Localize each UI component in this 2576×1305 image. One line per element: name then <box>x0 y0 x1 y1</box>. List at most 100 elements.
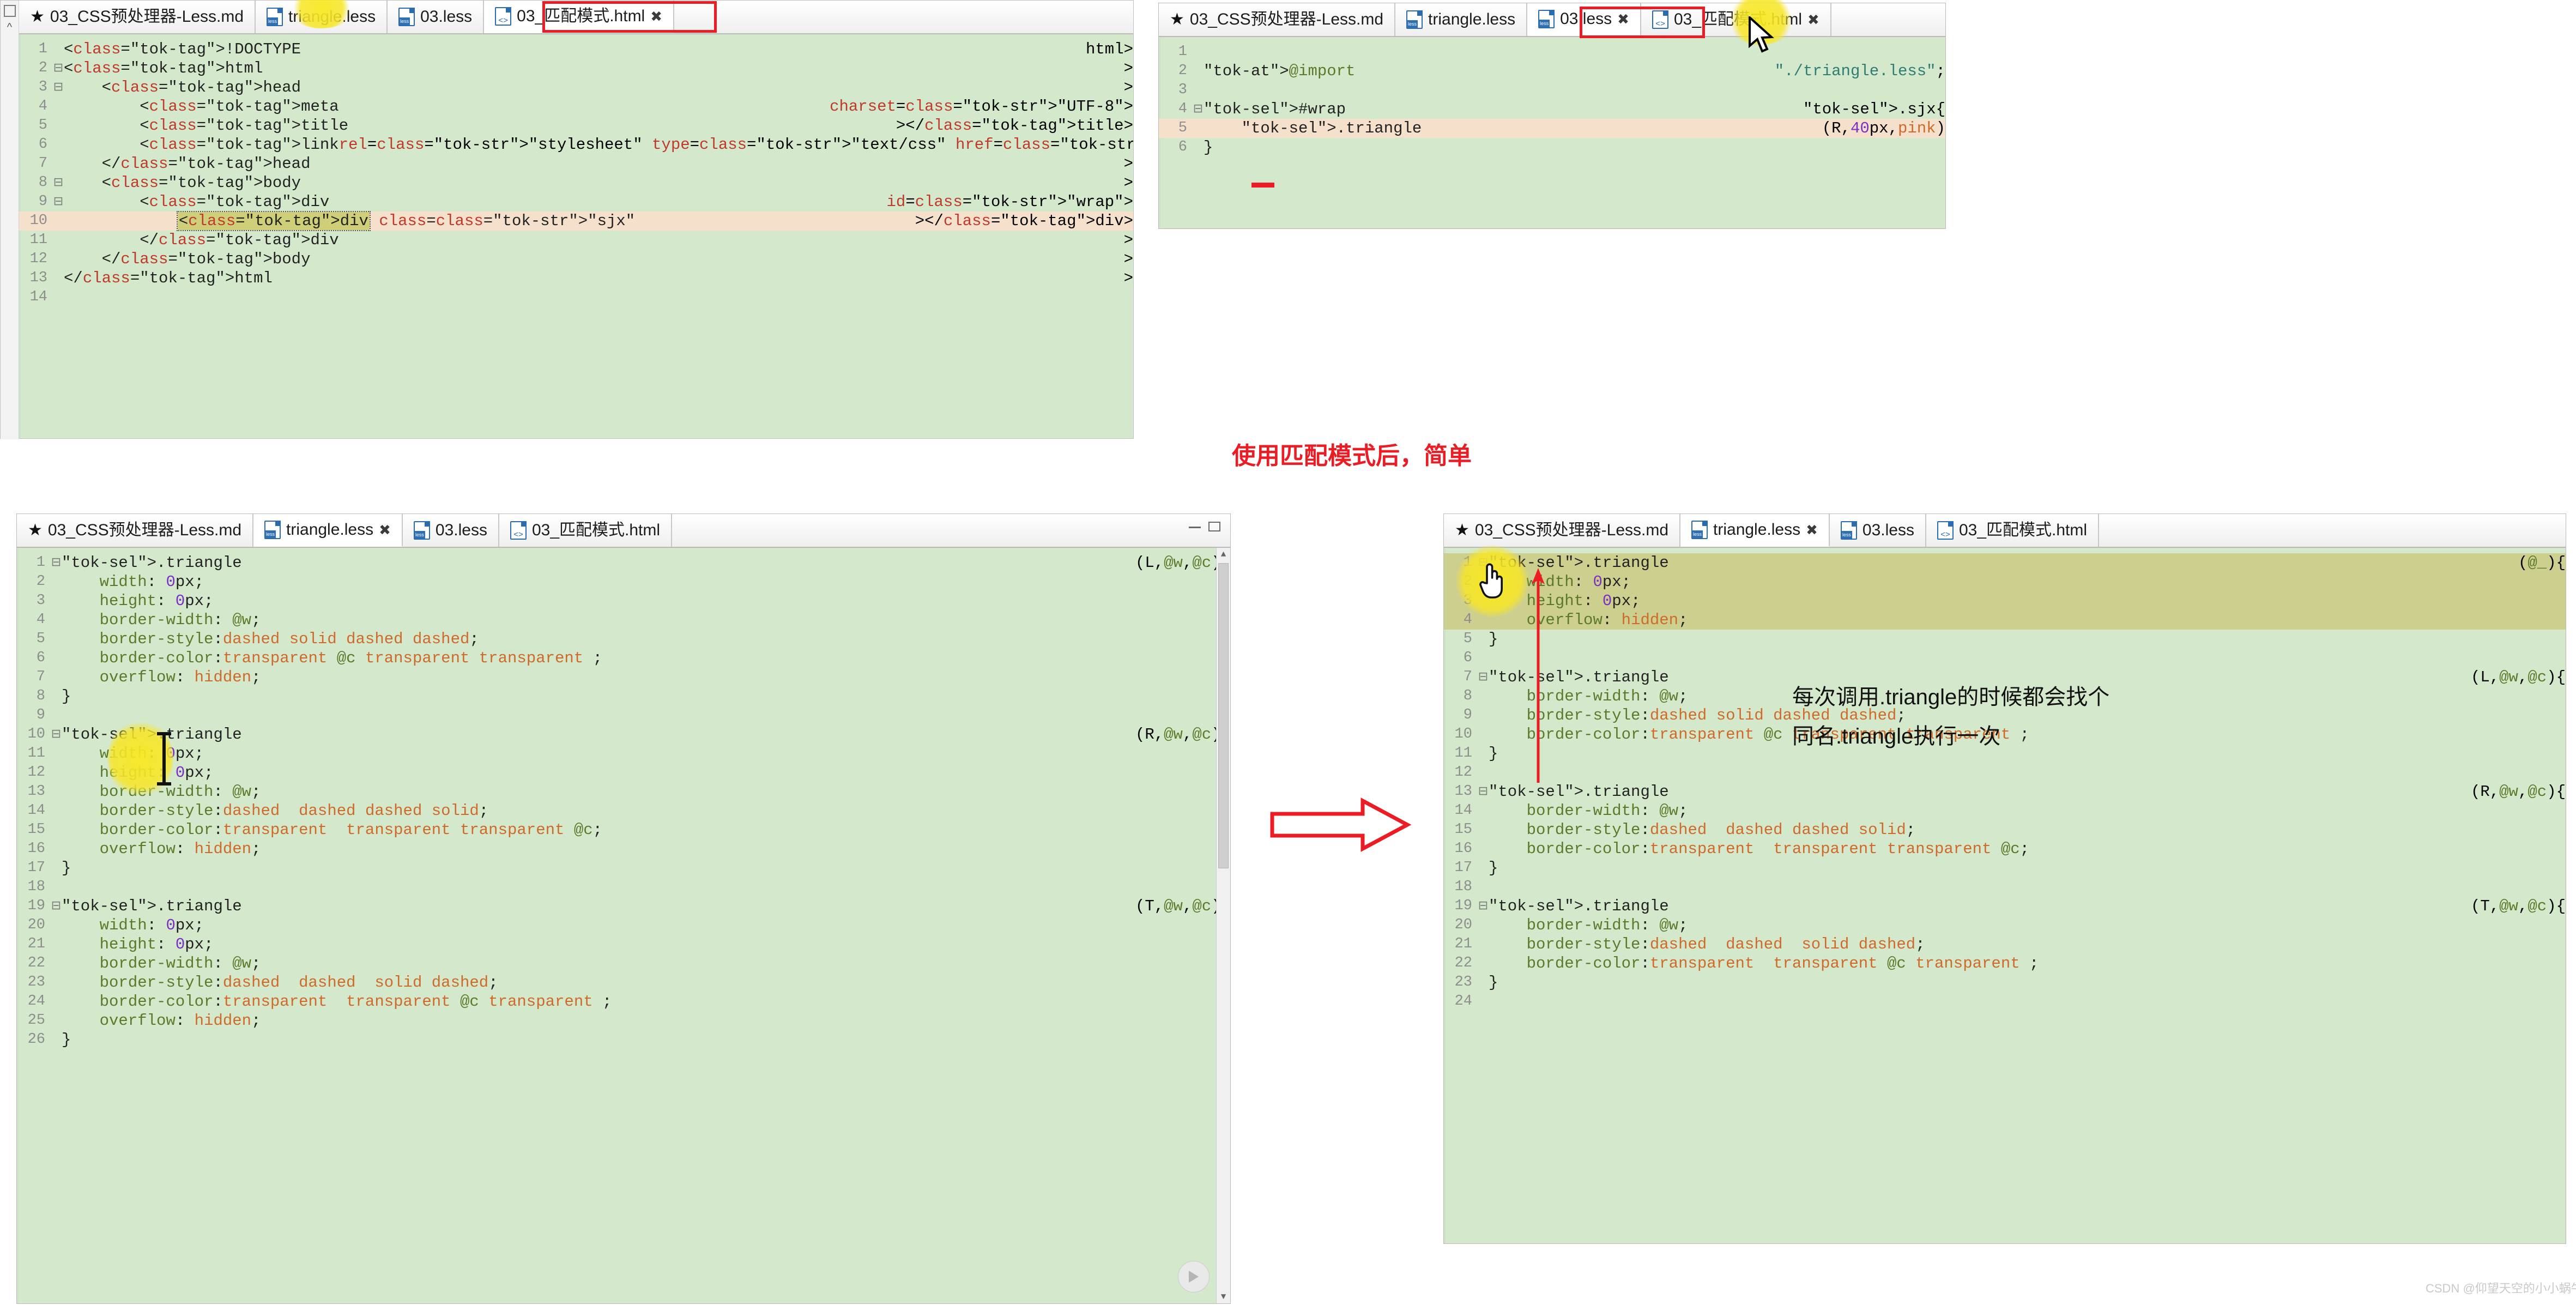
code-line[interactable]: 2 width: 0px; <box>1444 572 2566 591</box>
code-line[interactable]: 3 height: 0px; <box>17 591 1230 611</box>
code-area-top-right[interactable]: 1 2 "tok-at">@import "./triangle.less"; 3 4 ⊟… <box>1159 37 1945 228</box>
close-tab-icon[interactable]: ✖ <box>1807 13 1819 27</box>
fold-toggle-icon[interactable]: ⊟ <box>1478 553 1489 572</box>
code-line[interactable]: 9 ⊟ <class="tok-tag">div id = class ="tok-st… <box>19 192 1133 212</box>
fold-toggle-icon[interactable]: ⊟ <box>51 553 62 572</box>
tab-triangle-less[interactable]: less triangle.less ✖ <box>253 514 403 547</box>
code-line[interactable]: 20 border-width: @w; <box>1444 916 2566 935</box>
code-line[interactable]: 4 ⊟ "tok-sel">#wrap "tok-sel" >.sjx{ <box>1159 100 1945 119</box>
fold-toggle-icon[interactable]: ⊟ <box>1193 100 1204 119</box>
code-line[interactable]: 22 border-width: @w; <box>17 954 1230 973</box>
code-line[interactable]: 14 border-width: @w; <box>1444 801 2566 820</box>
code-line[interactable]: 13 ⊟ "tok-sel">.triangle (R, @w, @c){ <box>1444 782 2566 801</box>
code-line[interactable]: 26} <box>17 1030 1230 1049</box>
scrollbar-thumb[interactable] <box>1218 563 1229 868</box>
code-line[interactable]: 8} <box>17 687 1230 706</box>
code-line[interactable]: 7 overflow: hidden; <box>17 668 1230 687</box>
code-line[interactable]: 17} <box>17 859 1230 878</box>
code-line[interactable]: 18 <box>17 878 1230 897</box>
tab-triangle-less[interactable]: less triangle.less ✖ <box>1680 514 1830 547</box>
fold-toggle-icon[interactable]: ⊟ <box>51 725 62 744</box>
fold-toggle-icon[interactable]: ⊟ <box>53 59 64 78</box>
code-line[interactable]: 13 </class="tok-tag">html > <box>19 269 1133 288</box>
code-line[interactable]: 2 width: 0px; <box>17 572 1230 591</box>
code-line[interactable]: 1 <class="tok-tag">!DOCTYPE html> <box>19 40 1133 59</box>
code-line[interactable]: 14 border-style:dashed dashed dashed sol… <box>17 801 1230 820</box>
code-line[interactable]: 5 border-style:dashed solid dashed dashe… <box>17 630 1230 649</box>
code-line[interactable]: 11 </class="tok-tag">div > <box>19 231 1133 250</box>
code-line[interactable]: 10 border-color:transparent @c transpare… <box>1444 725 2566 744</box>
fold-toggle-icon[interactable]: ⊟ <box>51 897 62 916</box>
code-line[interactable]: 4 <class="tok-tag">meta charset = class ="t… <box>19 97 1133 116</box>
tab-03-匹配模式-html[interactable]: <> 03_匹配模式.html <box>1926 514 2100 547</box>
code-line[interactable]: 21 height: 0px; <box>17 935 1230 954</box>
code-line[interactable]: 13 border-width: @w; <box>17 782 1230 801</box>
code-area-top-left[interactable]: 1 <class="tok-tag">!DOCTYPE html> 2 ⊟ <class… <box>19 34 1133 438</box>
code-line[interactable]: 6} <box>1159 138 1945 157</box>
code-line[interactable]: 12 </class="tok-tag">body > <box>19 250 1133 269</box>
code-line[interactable]: 2 ⊟ <class="tok-tag">html > <box>19 59 1133 78</box>
code-line[interactable]: 16 overflow: hidden; <box>17 839 1230 859</box>
code-line[interactable]: 1 ⊟ "tok-sel">.triangle(@_){ <box>1444 553 2566 572</box>
tab-03-css预处理器-less-md[interactable]: ★ 03_CSS预处理器-Less.md <box>1444 514 1681 547</box>
tab-03-less[interactable]: less 03.less <box>402 514 499 547</box>
code-line[interactable]: 3 <box>1159 81 1945 100</box>
code-line[interactable]: 21 border-style:dashed dashed solid dash… <box>1444 935 2566 954</box>
tab-03-css预处理器-less-md[interactable]: ★ 03_CSS预处理器-Less.md <box>19 1 256 33</box>
code-line[interactable]: 5 <class="tok-tag">title ></class ="tok-ta… <box>19 116 1133 135</box>
code-line[interactable]: 12 <box>1444 763 2566 782</box>
close-tab-icon[interactable]: ✖ <box>1617 12 1629 26</box>
scroll-down-arrow-icon[interactable]: ▼ <box>1217 1290 1230 1303</box>
code-line[interactable]: 24 border-color:transparent transparent … <box>17 992 1230 1011</box>
close-tab-icon[interactable]: ✖ <box>379 523 391 537</box>
code-line[interactable]: 8 ⊟ <class="tok-tag">body > <box>19 173 1133 192</box>
scroll-up-arrow-icon[interactable]: ▲ <box>1217 548 1230 561</box>
code-line[interactable]: 7 </class="tok-tag">head > <box>19 154 1133 173</box>
preview-play-button[interactable] <box>1178 1261 1210 1292</box>
tab-03-css预处理器-less-md[interactable]: ★ 03_CSS预处理器-Less.md <box>17 514 254 547</box>
code-line[interactable]: 4 border-width: @w; <box>17 611 1230 630</box>
code-line[interactable]: 10⊟"tok-sel">.triangle(R,@w,@c){ <box>17 725 1230 744</box>
window-controls-bottom-left[interactable] <box>1189 522 1220 531</box>
code-line[interactable]: 3 height: 0px; <box>1444 591 2566 611</box>
code-line[interactable]: 10 <class="tok-tag">div class=class="tok… <box>19 211 1133 231</box>
code-area-bottom-left[interactable]: 1⊟"tok-sel">.triangle(L,@w,@c){2 width: … <box>17 548 1230 1303</box>
code-line[interactable]: 6 <box>1444 649 2566 668</box>
code-line[interactable]: 2 "tok-at">@import "./triangle.less"; <box>1159 62 1945 81</box>
code-line[interactable]: 15 border-color:transparent transparent … <box>17 820 1230 839</box>
code-line[interactable]: 11 width: 0px; <box>17 744 1230 763</box>
minimize-button[interactable] <box>1189 522 1201 528</box>
code-line[interactable]: 16 border-color:transparent transparent … <box>1444 839 2566 859</box>
code-line[interactable]: 5 "tok-sel">.triangle (R, 40 px, pink) <box>1159 119 1945 138</box>
tab-triangle-less[interactable]: less triangle.less <box>1395 3 1528 36</box>
close-tab-icon[interactable]: ✖ <box>650 9 662 23</box>
tab-03-匹配模式-html[interactable]: <> 03_匹配模式.html ✖ <box>1641 3 1831 36</box>
tab-triangle-less[interactable]: less triangle.less <box>256 1 388 33</box>
code-line[interactable]: 5} <box>1444 630 2566 649</box>
code-line[interactable]: 9 <box>17 706 1230 725</box>
close-tab-icon[interactable]: ✖ <box>1806 523 1818 537</box>
fold-toggle-icon[interactable]: ⊟ <box>53 78 64 97</box>
fold-toggle-icon[interactable]: ⊟ <box>1478 897 1489 916</box>
code-line[interactable]: 3 ⊟ <class="tok-tag">head > <box>19 78 1133 97</box>
code-line[interactable]: 18 <box>1444 878 2566 897</box>
code-line[interactable]: 19⊟"tok-sel">.triangle(T,@w,@c){ <box>1444 897 2566 916</box>
fold-toggle-icon[interactable]: ⊟ <box>53 173 64 192</box>
code-line[interactable]: 15 border-style:dashed dashed dashed sol… <box>1444 820 2566 839</box>
code-line[interactable]: 4 overflow: hidden; <box>1444 611 2566 630</box>
code-line[interactable]: 20 width: 0px; <box>17 916 1230 935</box>
code-line[interactable]: 6 <class="tok-tag">link rel = class ="tok-s… <box>19 135 1133 154</box>
code-line[interactable]: 1 <box>1159 43 1945 62</box>
fold-toggle-icon[interactable]: ⊟ <box>1478 668 1489 687</box>
code-line[interactable]: 11} <box>1444 744 2566 763</box>
tab-03-less[interactable]: less 03.less <box>388 1 485 33</box>
vertical-scrollbar-bottom-left[interactable]: ▲ ▼ <box>1216 548 1230 1303</box>
tab-03-css预处理器-less-md[interactable]: ★ 03_CSS预处理器-Less.md <box>1159 3 1396 36</box>
code-line[interactable]: 6 border-color:transparent @c transparen… <box>17 649 1230 668</box>
code-line[interactable]: 14 <box>19 288 1133 307</box>
tab-03-less[interactable]: less 03.less ✖ <box>1527 3 1641 36</box>
fold-toggle-icon[interactable]: ⊟ <box>53 192 64 212</box>
code-line[interactable]: 1⊟"tok-sel">.triangle(L,@w,@c){ <box>17 553 1230 572</box>
maximize-button[interactable] <box>1208 522 1220 531</box>
code-area-bottom-right[interactable]: 1 ⊟ "tok-sel">.triangle(@_){2 width: 0px; 3… <box>1444 548 2566 1243</box>
